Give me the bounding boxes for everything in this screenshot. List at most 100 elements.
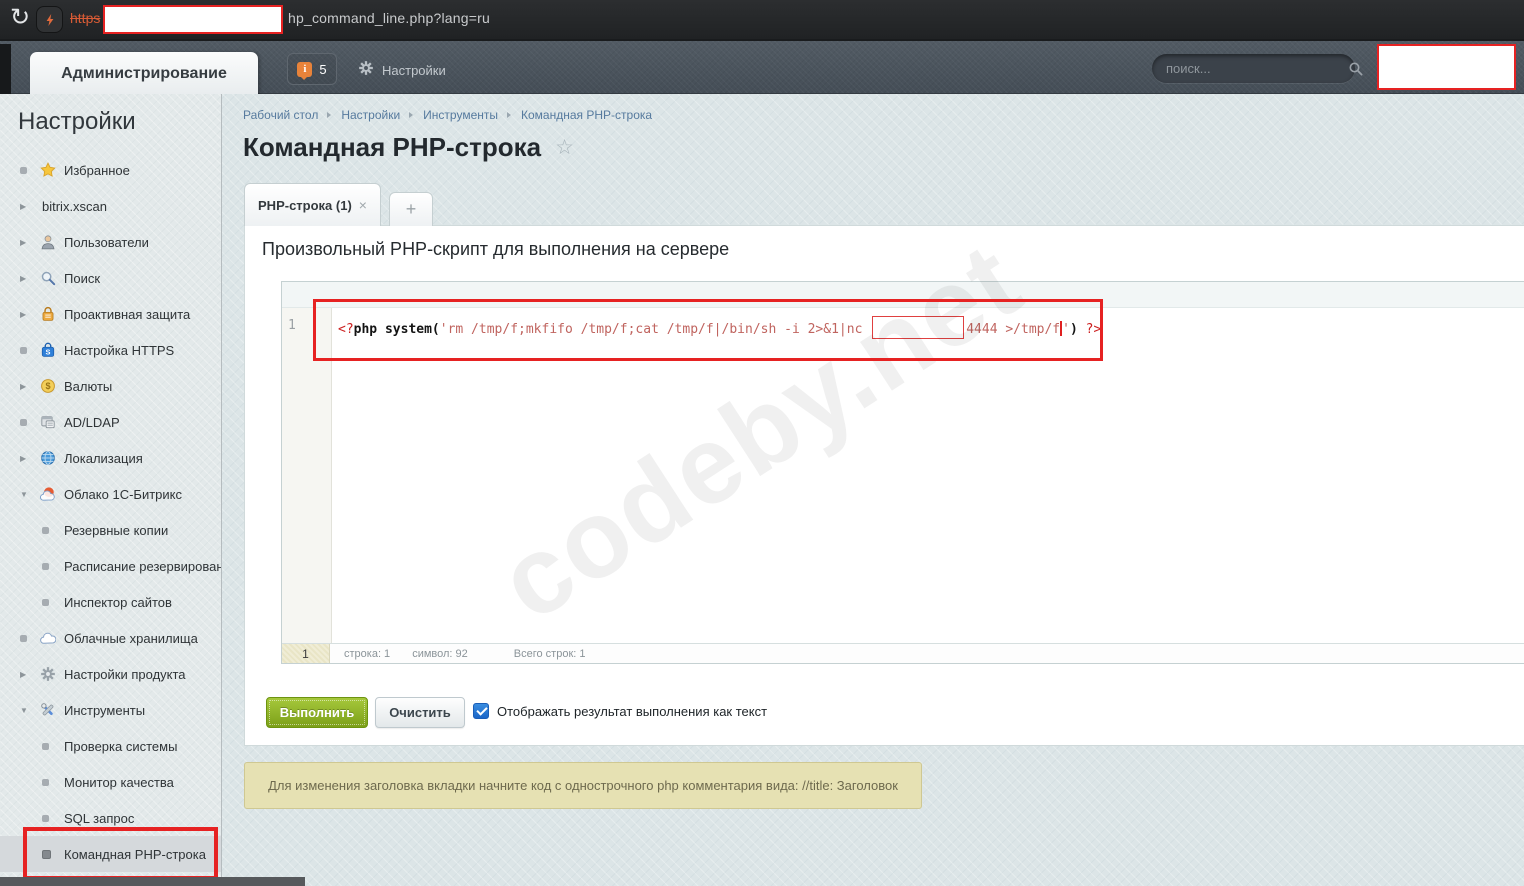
bullet-marker bbox=[42, 599, 56, 606]
sidebar-item[interactable]: Проактивная защита bbox=[0, 296, 221, 332]
bullet-marker bbox=[42, 527, 56, 534]
chevron-right-icon[interactable] bbox=[20, 238, 34, 247]
globe-icon bbox=[40, 450, 56, 466]
editor-status-bar: 1 строка: 1 символ: 92 Всего строк: 1 bbox=[282, 643, 1524, 663]
sidebar-item[interactable]: Избранное bbox=[0, 152, 221, 188]
chevron-right-icon[interactable] bbox=[20, 382, 34, 391]
sidebar-item-label: Облачные хранилища bbox=[64, 630, 198, 646]
sidebar-item[interactable]: Инструменты bbox=[0, 692, 221, 728]
sidebar-item[interactable]: Облачные хранилища bbox=[0, 620, 221, 656]
sidebar-item[interactable]: Расписание резервировани bbox=[0, 548, 221, 584]
search-icon[interactable] bbox=[1348, 61, 1364, 77]
editor-toolbar bbox=[282, 282, 1524, 308]
chevron-right-icon[interactable] bbox=[20, 310, 34, 319]
run-button[interactable]: Выполнить bbox=[266, 697, 368, 728]
admin-top-bar: Администрирование 5 Настройки bbox=[0, 39, 1524, 96]
breadcrumb-separator-icon bbox=[409, 112, 414, 118]
tab-label: PHP-строка (1) bbox=[258, 197, 352, 213]
bullet-marker bbox=[20, 635, 34, 642]
sidebar-menu: Избранное bitrix.xscan Пользователи Поиск Пр… bbox=[0, 152, 221, 872]
search-box[interactable] bbox=[1152, 54, 1363, 83]
code-line[interactable]: <?php system('rm /tmp/f;mkfifo /tmp/f;ca… bbox=[338, 316, 1524, 339]
breadcrumb-link[interactable]: Настройки bbox=[341, 108, 400, 122]
plus-icon: + bbox=[405, 199, 417, 219]
breadcrumb-separator-icon bbox=[327, 112, 332, 118]
add-tab-button[interactable]: + bbox=[389, 192, 433, 226]
breadcrumb-link[interactable]: Инструменты bbox=[423, 108, 498, 122]
page-title-row: Командная PHP-строка bbox=[243, 132, 574, 163]
notifications-button[interactable]: 5 bbox=[287, 53, 337, 85]
sidebar-item-label: Проверка системы bbox=[64, 738, 178, 754]
sidebar-item[interactable]: Проверка системы bbox=[0, 728, 221, 764]
tab-php-line[interactable]: PHP-строка (1) bbox=[244, 183, 381, 226]
sidebar-item-label: Облако 1С-Битрикс bbox=[64, 486, 182, 502]
reload-icon[interactable] bbox=[10, 3, 30, 32]
chevron-down-icon[interactable] bbox=[20, 706, 34, 715]
code-token: <? bbox=[338, 322, 354, 337]
sidebar-item[interactable]: Пользователи bbox=[0, 224, 221, 260]
topbar-settings-button[interactable]: Настройки bbox=[358, 60, 446, 81]
ldap-icon bbox=[40, 414, 56, 430]
code-token: php system( bbox=[353, 322, 440, 337]
sidebar-item-label: Настройки продукта bbox=[64, 666, 186, 682]
sidebar-item[interactable]: bitrix.xscan bbox=[0, 188, 221, 224]
chevron-right-icon[interactable] bbox=[20, 202, 34, 211]
breadcrumb-separator-icon bbox=[507, 112, 511, 118]
chevron-right-icon[interactable] bbox=[20, 274, 34, 283]
breadcrumb-link[interactable]: Командная PHP-строка bbox=[521, 108, 652, 122]
sidebar-item[interactable]: Облако 1С-Битрикс bbox=[0, 476, 221, 512]
coin-icon: $ bbox=[40, 378, 56, 394]
sidebar-item[interactable]: AD/LDAP bbox=[0, 404, 221, 440]
sidebar-item[interactable]: Настройки продукта bbox=[0, 656, 221, 692]
line-number-gutter: 1 bbox=[282, 308, 332, 643]
cloud-icon bbox=[40, 630, 57, 646]
breadcrumb-link[interactable]: Рабочий стол bbox=[243, 108, 318, 122]
chevron-right-icon[interactable] bbox=[20, 454, 34, 463]
bullet-marker bbox=[42, 815, 56, 822]
favorite-star-icon[interactable] bbox=[555, 135, 574, 160]
main-content: Рабочий стол Настройки Инструменты Командна… bbox=[222, 94, 1524, 886]
close-icon[interactable] bbox=[359, 197, 367, 213]
sidebar-item-label: AD/LDAP bbox=[64, 414, 120, 430]
chevron-right-icon[interactable] bbox=[20, 670, 34, 679]
tools-icon bbox=[40, 702, 56, 718]
search-input[interactable] bbox=[1152, 61, 1348, 76]
sidebar-item[interactable]: Монитор качества bbox=[0, 764, 221, 800]
sidebar-item[interactable]: $ Валюты bbox=[0, 368, 221, 404]
notification-count: 5 bbox=[319, 61, 327, 77]
sidebar-item-label: Локализация bbox=[64, 450, 143, 466]
tab-administration[interactable]: Администрирование bbox=[30, 52, 258, 96]
redacted-user-area bbox=[1377, 44, 1516, 90]
code-area[interactable]: <?php system('rm /tmp/f;mkfifo /tmp/f;ca… bbox=[332, 308, 1524, 643]
sidebar: Настройки Избранное bitrix.xscan Пользоват… bbox=[0, 94, 222, 886]
settings-label: Настройки bbox=[382, 63, 446, 78]
gear-icon bbox=[40, 666, 56, 682]
url-path: hp_command_line.php?lang=ru bbox=[288, 10, 490, 26]
chevron-down-icon[interactable] bbox=[20, 490, 34, 499]
sidebar-item-label: Инспектор сайтов bbox=[64, 594, 172, 610]
search-icon bbox=[40, 270, 56, 286]
breadcrumb: Рабочий стол Настройки Инструменты Командна… bbox=[243, 108, 661, 122]
clear-button[interactable]: Очистить bbox=[375, 697, 465, 728]
gear-icon bbox=[358, 60, 374, 81]
sidebar-item[interactable]: Инспектор сайтов bbox=[0, 584, 221, 620]
sidebar-item-label: Проактивная защита bbox=[64, 306, 191, 322]
sidebar-item-label: Настройка HTTPS bbox=[64, 342, 175, 358]
code-editor[interactable]: 1 <?php system('rm /tmp/f;mkfifo /tmp/f;… bbox=[281, 281, 1524, 664]
sidebar-item[interactable]: Локализация bbox=[0, 440, 221, 476]
status-line: строка: 1 bbox=[344, 647, 391, 660]
user-icon bbox=[40, 234, 56, 250]
sidebar-item[interactable]: Поиск bbox=[0, 260, 221, 296]
sidebar-item-label: SQL запрос bbox=[64, 810, 135, 826]
display-as-text-checkbox[interactable] bbox=[473, 703, 489, 719]
sidebar-item[interactable]: SQL запрос bbox=[0, 800, 221, 836]
url-protocol: https bbox=[70, 10, 101, 26]
topbar-corner bbox=[0, 44, 11, 96]
tab-content-panel: Произвольный PHP-скрипт для выполнения н… bbox=[244, 225, 1524, 746]
sidebar-item[interactable]: Резервные копии bbox=[0, 512, 221, 548]
svg-text:$: $ bbox=[45, 381, 50, 391]
sidebar-item[interactable]: Командная PHP-строка bbox=[0, 836, 221, 872]
security-warning-icon[interactable] bbox=[36, 6, 63, 33]
sidebar-item[interactable]: S Настройка HTTPS bbox=[0, 332, 221, 368]
sidebar-item-label: Инструменты bbox=[64, 702, 146, 718]
